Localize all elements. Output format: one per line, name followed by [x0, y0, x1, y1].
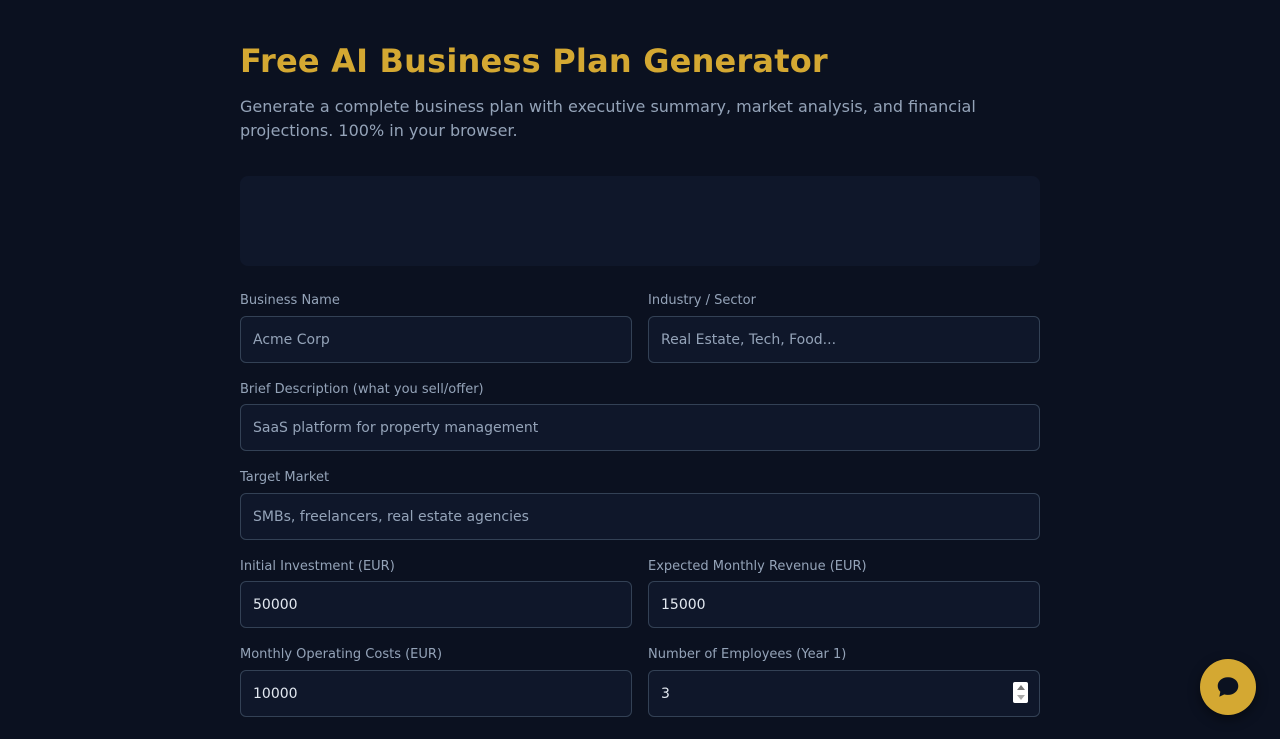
monthly-revenue-label: Expected Monthly Revenue (EUR) [648, 559, 867, 574]
monthly-revenue-group: Expected Monthly Revenue (EUR) [648, 558, 1040, 628]
employees-label: Number of Employees (Year 1) [648, 647, 847, 662]
industry-group: Industry / Sector [648, 292, 1040, 363]
page-subtitle: Generate a complete business plan with e… [240, 97, 976, 140]
target-market-group: Target Market [240, 469, 1040, 540]
description-group: Brief Description (what you sell/offer) [240, 381, 1040, 451]
description-label: Brief Description (what you sell/offer) [240, 382, 484, 397]
target-market-label: Target Market [240, 470, 330, 485]
business-name-label: Business Name [240, 293, 340, 308]
operating-costs-label: Monthly Operating Costs (EUR) [240, 647, 443, 662]
operating-costs-group: Monthly Operating Costs (EUR) [240, 646, 632, 717]
initial-investment-label: Initial Investment (EUR) [240, 559, 395, 574]
increment-icon[interactable] [1013, 682, 1028, 693]
monthly-revenue-input[interactable] [648, 581, 1040, 628]
chat-button[interactable] [1200, 659, 1256, 715]
industry-input[interactable] [648, 316, 1040, 363]
operating-costs-input[interactable] [240, 670, 632, 717]
initial-investment-input[interactable] [240, 581, 632, 628]
chat-bubble-icon [1217, 677, 1239, 697]
employees-stepper[interactable] [1013, 682, 1028, 703]
target-market-input[interactable] [240, 493, 1040, 540]
industry-label: Industry / Sector [648, 293, 756, 308]
description-input[interactable] [240, 404, 1040, 451]
page-title: Free AI Business Plan Generator [240, 42, 828, 80]
decrement-icon[interactable] [1013, 693, 1028, 704]
business-name-input[interactable] [240, 316, 632, 363]
employees-group: Number of Employees (Year 1) [648, 646, 1040, 717]
employees-input[interactable] [648, 670, 1040, 717]
ad-placeholder [240, 176, 1040, 266]
business-name-group: Business Name [240, 292, 632, 363]
initial-investment-group: Initial Investment (EUR) [240, 558, 632, 628]
